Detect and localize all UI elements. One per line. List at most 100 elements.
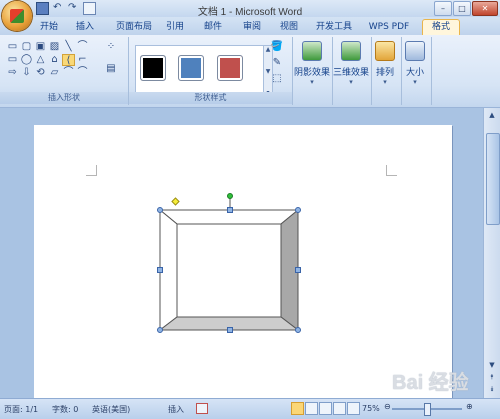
close-icon[interactable]: ✕ <box>472 1 498 16</box>
window-title: 文档 1 - Microsoft Word <box>197 7 303 18</box>
vertical-scrollbar[interactable]: ▲ ▼ ⯭ ⯯ <box>483 108 500 398</box>
chevron-down-icon: ▾ <box>349 78 353 86</box>
status-page[interactable]: 页面: 1/1 <box>4 404 38 415</box>
scroll-down-icon[interactable]: ▼ <box>486 360 498 371</box>
tab-home[interactable]: 开始 <box>36 20 62 35</box>
shape-item[interactable]: ⌒ <box>76 41 89 53</box>
prev-page-icon[interactable]: ⯭ <box>486 372 498 383</box>
resize-handle-sw[interactable] <box>157 327 163 333</box>
style-swatch-red[interactable] <box>217 55 243 81</box>
tab-insert[interactable]: 插入 <box>72 20 98 35</box>
zoom-level[interactable]: 75% <box>362 404 380 413</box>
3d-icon <box>341 41 361 61</box>
shape-item[interactable]: ▭ <box>6 41 19 53</box>
ribbon-tabs: 开始 插入 页面布局 引用 邮件 审阅 视图 开发工具 WPS PDF 格式 <box>0 17 500 36</box>
group-label-insert-shapes: 插入形状 <box>0 92 128 104</box>
minimize-icon[interactable]: – <box>434 1 452 16</box>
resize-handle-n[interactable] <box>227 207 233 213</box>
shape-item[interactable]: ╲ <box>62 41 75 53</box>
view-buttons <box>291 402 360 415</box>
arrange-icon <box>375 41 395 61</box>
shape-item[interactable]: ▣ <box>34 41 47 53</box>
shape-item[interactable]: ⌒ <box>76 67 89 79</box>
tab-developer[interactable]: 开发工具 <box>312 20 356 35</box>
shape-item[interactable]: ⇨ <box>6 67 19 79</box>
shape-item[interactable]: ⟲ <box>34 67 47 79</box>
print-layout-icon[interactable] <box>291 402 304 415</box>
arrange-button[interactable]: 排列 ▾ <box>372 39 398 93</box>
full-screen-icon[interactable] <box>305 402 318 415</box>
shapes-gallery: ▭ ▢ ▣ ▨ ╲ ⌒ ▭ ◯ △ ⌂ ⟨ ⌐ ⇨ ⇩ ⟲ ▱ ⌒ ⌒ <box>6 41 89 79</box>
edit-points-icon[interactable]: ⁘ <box>104 41 118 55</box>
tab-review[interactable]: 审阅 <box>239 20 265 35</box>
fill-icon[interactable]: 🪣 <box>269 41 285 55</box>
zoom-in-icon[interactable]: ⊕ <box>466 402 473 411</box>
status-language[interactable]: 英语(美国) <box>92 404 130 415</box>
resize-handle-nw[interactable] <box>157 207 163 213</box>
rotate-handle[interactable] <box>227 193 233 199</box>
document-page[interactable] <box>34 125 452 405</box>
next-page-icon[interactable]: ⯯ <box>486 384 498 395</box>
tab-mailings[interactable]: 邮件 <box>200 20 226 35</box>
watermark: Bai 经验 <box>392 372 469 394</box>
title-bar: ↶ ↷ 文档 1 - Microsoft Word – □ ✕ <box>0 0 500 31</box>
size-button[interactable]: 大小 ▾ <box>402 39 428 93</box>
tab-page-layout[interactable]: 页面布局 <box>112 20 156 35</box>
separator <box>430 37 432 105</box>
shadow-effects-button[interactable]: 阴影效果 ▾ <box>294 39 330 93</box>
zoom-thumb[interactable] <box>424 403 431 416</box>
chevron-down-icon: ▾ <box>310 78 314 86</box>
shape-item[interactable]: ▢ <box>20 41 33 53</box>
maximize-icon[interactable]: □ <box>453 1 471 16</box>
shape-item-selected[interactable]: ⟨ <box>62 54 75 66</box>
resize-handle-s[interactable] <box>227 327 233 333</box>
tab-references[interactable]: 引用 <box>162 20 188 35</box>
shape-canvas <box>157 193 301 333</box>
3d-effects-button[interactable]: 三维效果 ▾ <box>333 39 369 93</box>
resize-handle-w[interactable] <box>157 267 163 273</box>
shape-item[interactable]: ⌂ <box>48 54 61 66</box>
group-label-shape-styles: 形状样式 <box>129 92 292 104</box>
shape-item[interactable]: ⌒ <box>62 67 75 79</box>
shape-item[interactable]: ▱ <box>48 67 61 79</box>
style-swatch-blue[interactable] <box>178 55 204 81</box>
resize-handle-e[interactable] <box>295 267 301 273</box>
shape-item[interactable]: ▨ <box>48 41 61 53</box>
change-shape-icon[interactable]: ⬚ <box>269 73 285 87</box>
document-area <box>0 108 483 405</box>
status-mode[interactable]: 插入 <box>168 404 184 415</box>
draft-view-icon[interactable] <box>347 402 360 415</box>
outline-icon[interactable]: ✎ <box>269 57 285 71</box>
shadow-icon <box>302 41 322 61</box>
shape-item[interactable]: ▭ <box>6 54 19 66</box>
shape-item[interactable]: ◯ <box>20 54 33 66</box>
text-box-icon[interactable]: ▤ <box>104 63 118 77</box>
web-layout-icon[interactable] <box>319 402 332 415</box>
zoom-out-icon[interactable]: ⊖ <box>384 402 391 411</box>
status-words[interactable]: 字数: 0 <box>52 404 78 415</box>
office-logo-icon <box>10 9 24 23</box>
adjust-handle[interactable] <box>171 197 180 206</box>
scroll-up-icon[interactable]: ▲ <box>486 110 498 121</box>
bevel-shape[interactable] <box>158 208 300 332</box>
resize-handle-se[interactable] <box>295 327 301 333</box>
macro-record-icon[interactable] <box>196 403 208 414</box>
scroll-thumb[interactable] <box>486 133 500 225</box>
size-icon <box>405 41 425 61</box>
tab-format[interactable]: 格式 <box>422 19 460 36</box>
group-insert-shapes: ▭ ▢ ▣ ▨ ╲ ⌒ ▭ ◯ △ ⌂ ⟨ ⌐ ⇨ ⇩ ⟲ ▱ ⌒ ⌒ ⁘ ▤ … <box>0 37 129 105</box>
shape-item[interactable]: ⌐ <box>76 54 89 66</box>
office-button[interactable] <box>2 1 32 31</box>
status-bar: 页面: 1/1 字数: 0 英语(美国) 插入 75% ⊖ ⊕ <box>0 398 500 419</box>
resize-handle-ne[interactable] <box>295 207 301 213</box>
shape-item[interactable]: ⇩ <box>20 67 33 79</box>
chevron-down-icon: ▾ <box>413 78 417 86</box>
shape-item[interactable]: △ <box>34 54 47 66</box>
chevron-down-icon: ▾ <box>383 78 387 86</box>
style-swatch-black[interactable] <box>140 55 166 81</box>
ribbon: ▭ ▢ ▣ ▨ ╲ ⌒ ▭ ◯ △ ⌂ ⟨ ⌐ ⇨ ⇩ ⟲ ▱ ⌒ ⌒ ⁘ ▤ … <box>0 35 500 108</box>
outline-view-icon[interactable] <box>333 402 346 415</box>
tab-wps-pdf[interactable]: WPS PDF <box>367 20 411 35</box>
group-shape-styles: ▲▼▾ 🪣 ✎ ⬚ 形状样式 <box>129 37 293 105</box>
tab-view[interactable]: 视图 <box>276 20 302 35</box>
